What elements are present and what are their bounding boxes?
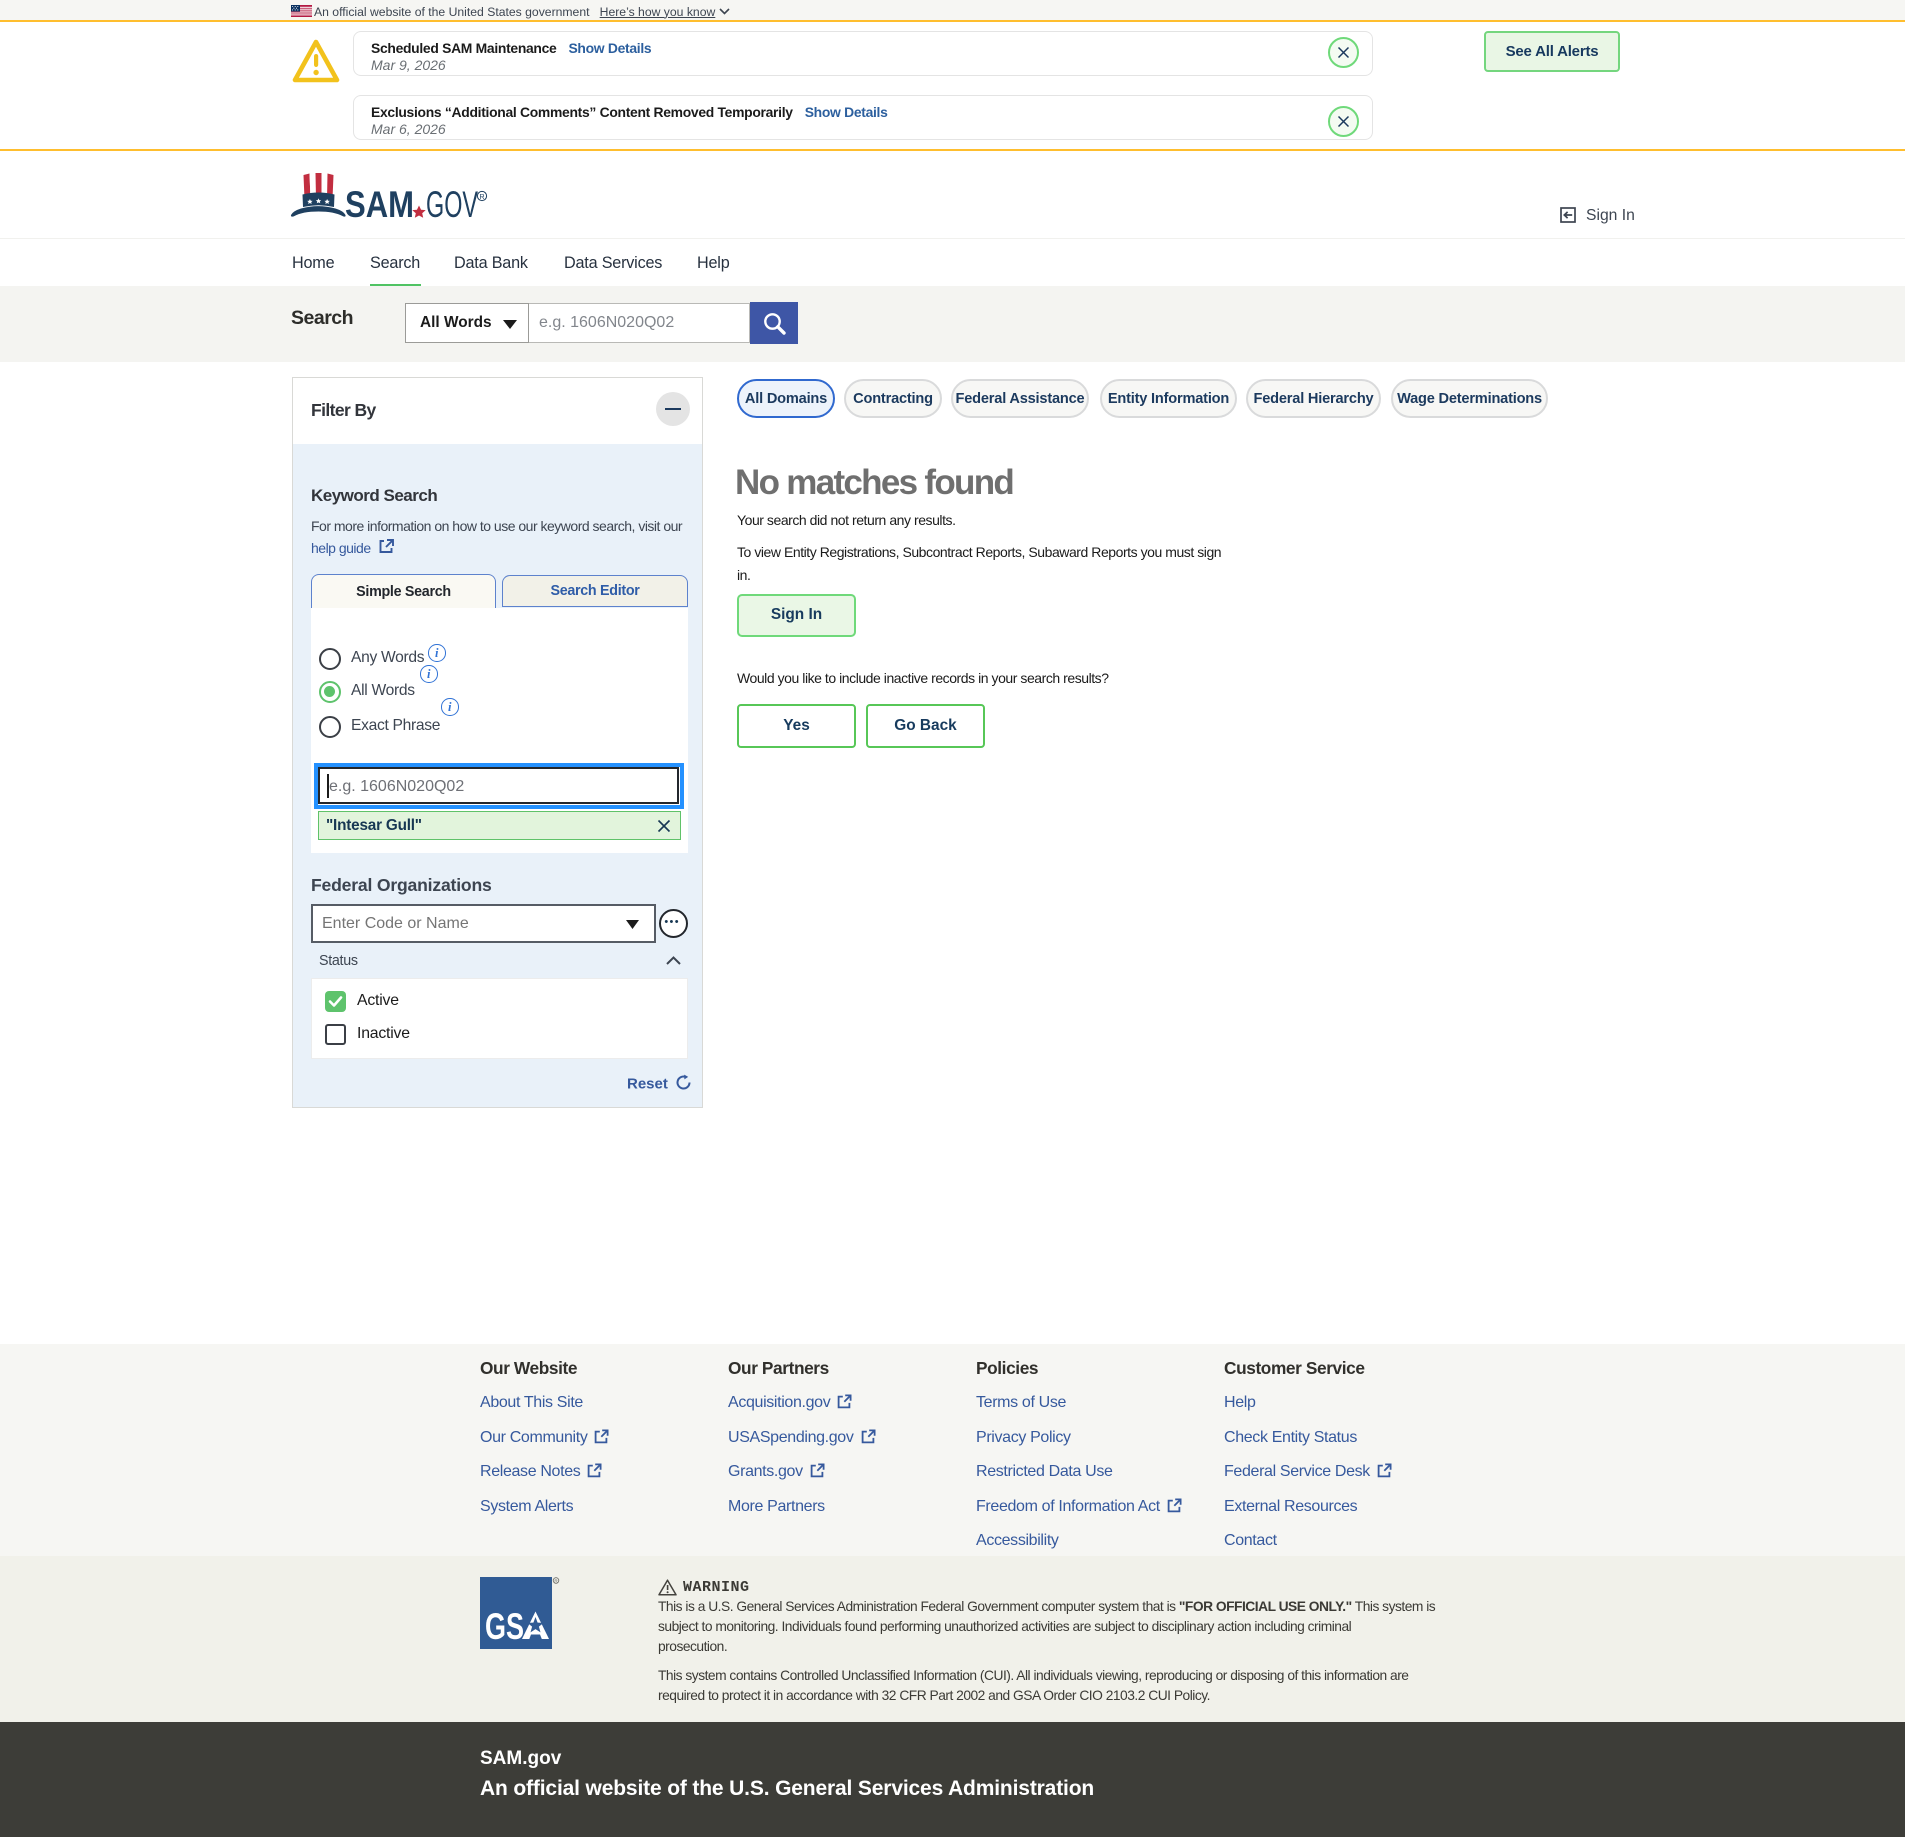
svg-text:SAM: SAM <box>345 184 414 223</box>
svg-text:GOV: GOV <box>426 184 478 223</box>
svg-text:R: R <box>480 194 485 201</box>
svg-text:GS: GS <box>485 1606 524 1647</box>
